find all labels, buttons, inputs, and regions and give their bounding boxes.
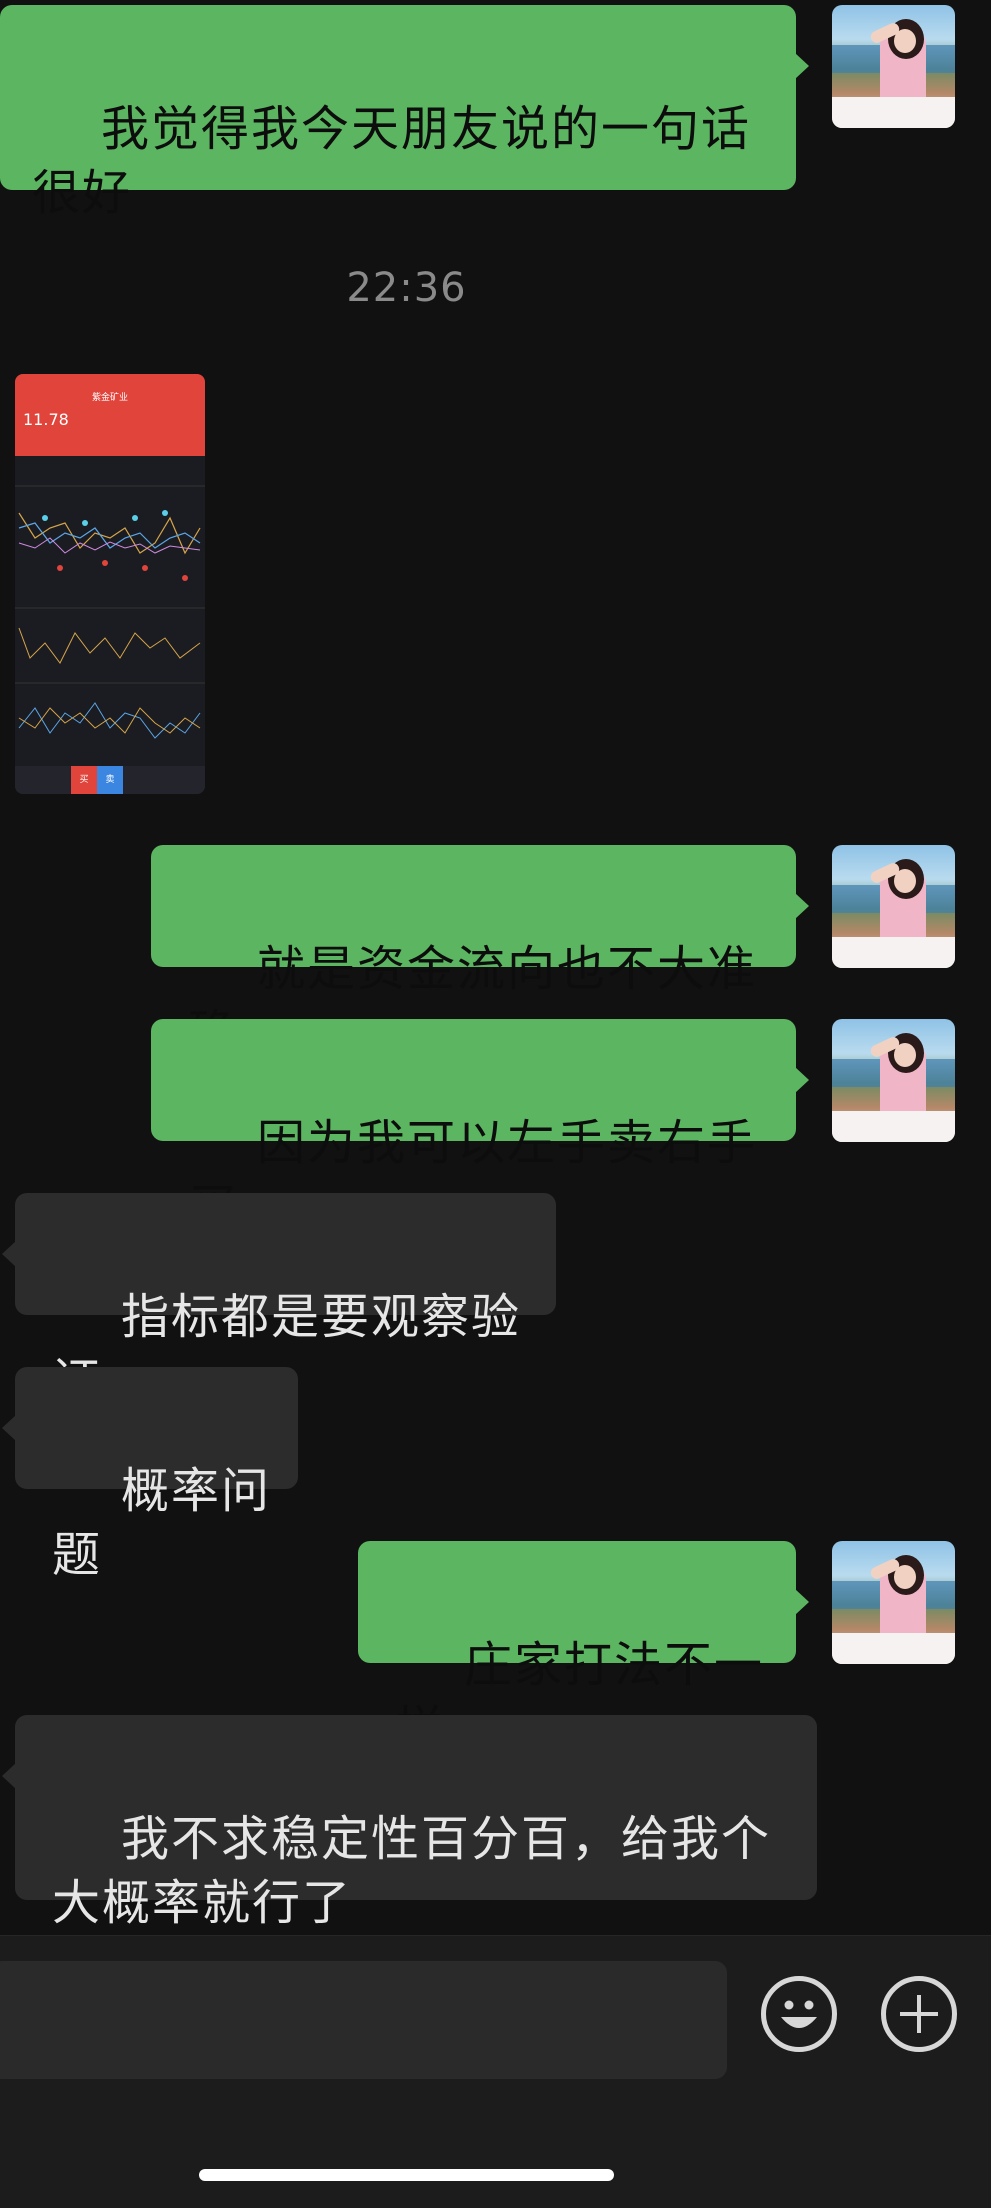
stock-price: 11.78 (23, 410, 69, 429)
message-bubble-me[interactable]: 庄家打法不一样 (358, 1541, 809, 1757)
chat-message-list[interactable]: 我觉得我今天朋友说的一句话很好 22:36 紫金矿业 11.78 买 卖 就是资… (0, 0, 991, 1935)
message-text: 我不求稳定性百分百，给我个大概率就行了 (52, 1811, 772, 1931)
chat-input-bar (0, 1935, 991, 2208)
message-input[interactable] (0, 1961, 727, 2079)
message-bubble-other[interactable]: 指标都是要观察验证 (2, 1193, 556, 1409)
message-bubble-other[interactable]: 我不求稳定性百分百，给我个大概率就行了 (2, 1715, 817, 1931)
stock-screenshot-image[interactable]: 紫金矿业 11.78 买 卖 (15, 374, 205, 794)
message-timestamp: 22:36 (346, 265, 467, 311)
buy-button: 买 (71, 766, 97, 794)
message-text: 概率问题 (52, 1463, 272, 1583)
message-bubble-other[interactable]: 概率问题 (2, 1367, 298, 1583)
sell-button: 卖 (97, 766, 123, 794)
my-avatar[interactable] (832, 1019, 955, 1142)
message-bubble-me[interactable]: 我觉得我今天朋友说的一句话很好 (0, 5, 809, 221)
my-avatar[interactable] (832, 845, 955, 968)
candlestick-chart (15, 458, 205, 758)
plus-icon[interactable] (881, 1976, 957, 2052)
emoji-icon[interactable] (761, 1976, 837, 2052)
message-bubble-me[interactable]: 因为我可以左手卖右手买 (151, 1019, 809, 1235)
stock-name: 紫金矿业 (91, 393, 128, 403)
my-avatar[interactable] (832, 1541, 955, 1664)
home-indicator[interactable] (199, 2169, 614, 2181)
my-avatar[interactable] (832, 5, 955, 128)
message-bubble-me[interactable]: 就是资金流向也不大准确 (151, 845, 809, 1061)
message-text: 我觉得我今天朋友说的一句话很好 (32, 101, 752, 221)
